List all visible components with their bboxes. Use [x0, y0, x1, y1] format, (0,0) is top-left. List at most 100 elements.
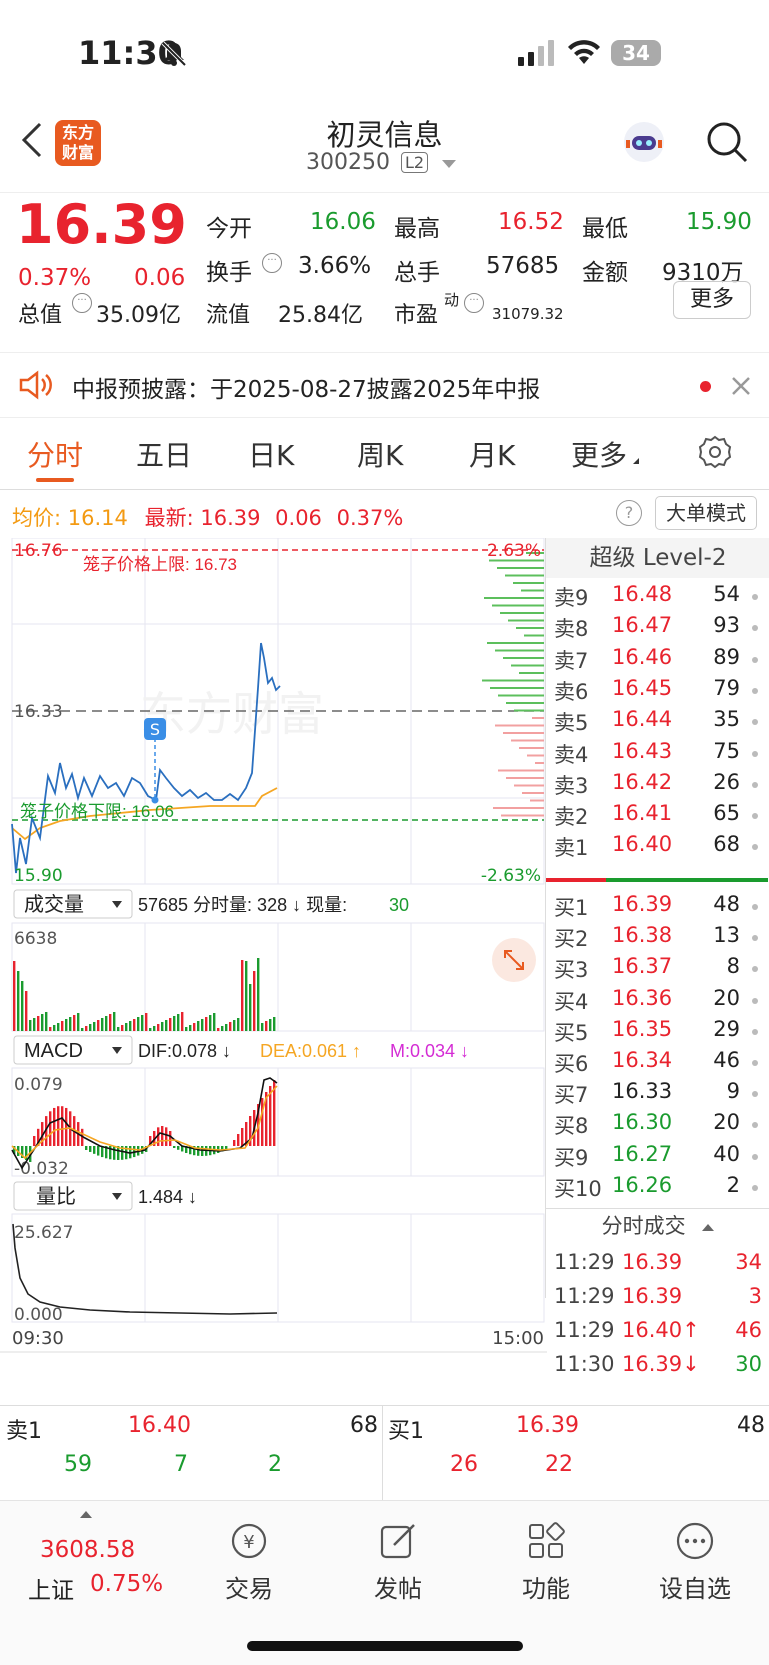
- more-button[interactable]: 更多: [673, 281, 751, 319]
- depth-bar: [500, 612, 544, 614]
- volume-bar: [133, 1019, 136, 1031]
- macd-dif: DIF:0.078 ↓: [138, 1041, 231, 1061]
- bid-volume: 46: [713, 1048, 740, 1072]
- bid-row[interactable]: 买4 16.36 20: [546, 986, 768, 1019]
- nav-function[interactable]: 功能: [491, 1519, 601, 1604]
- ask-row[interactable]: 卖8 16.47 93: [546, 613, 768, 646]
- bid-row[interactable]: 买3 16.37 8: [546, 954, 768, 987]
- bid-row[interactable]: 买1 16.39 48: [546, 892, 768, 925]
- pe-value: 31079.32: [492, 305, 564, 323]
- depth-bar: [482, 679, 544, 682]
- mute-bell-icon: [160, 40, 188, 68]
- bid-row[interactable]: 买9 16.27 40: [546, 1142, 768, 1175]
- volume-bar: [81, 1028, 84, 1031]
- gear-icon[interactable]: [697, 434, 733, 470]
- volume-bar: [141, 1015, 144, 1031]
- level-badge[interactable]: L2: [401, 152, 429, 173]
- volume-bar: [37, 1016, 40, 1031]
- robot-assistant-icon[interactable]: [620, 118, 668, 166]
- tick-volume: 3: [748, 1284, 762, 1308]
- tab-month-k[interactable]: 月K: [469, 434, 515, 474]
- bid-row[interactable]: 买5 16.35 29: [546, 1017, 768, 1050]
- ask-row[interactable]: 卖9 16.48 54: [546, 582, 768, 615]
- volume-bar: [89, 1024, 92, 1031]
- volume-label: 总手: [394, 260, 440, 286]
- big-order-mode-button[interactable]: 大单模式: [655, 496, 757, 530]
- ask-row[interactable]: 卖1 16.40 68: [546, 832, 768, 865]
- ask-row[interactable]: 卖7 16.46 89: [546, 645, 768, 678]
- bid-row[interactable]: 买6 16.34 46: [546, 1048, 768, 1081]
- depth-bar: [514, 784, 544, 787]
- tab-intraday[interactable]: 分时: [27, 434, 83, 474]
- nav-trade[interactable]: ¥ 交易: [194, 1519, 304, 1604]
- volume-bar: [121, 1025, 124, 1031]
- notice-banner[interactable]: 中报预披露：于2025-08-27披露2025年中报: [0, 352, 769, 418]
- bid-row[interactable]: 买8 16.30 20: [546, 1110, 768, 1143]
- bid-dot: [752, 997, 758, 1004]
- bid-price: 16.27: [612, 1141, 673, 1166]
- bid-price: 16.35: [612, 1016, 673, 1041]
- bid-row[interactable]: 买7 16.33 9: [546, 1079, 768, 1112]
- index-name[interactable]: 上证: [28, 1571, 74, 1605]
- volume-bar: [113, 1012, 116, 1031]
- info-dots-icon[interactable]: ···: [72, 293, 92, 313]
- index-value[interactable]: 3608.58: [40, 1537, 135, 1563]
- volume-bar: [21, 981, 24, 1031]
- macd-bar: [113, 1146, 116, 1160]
- edit-icon: [380, 1524, 415, 1559]
- pct-axis-top: 2.63%: [487, 541, 541, 561]
- depth-bar: [498, 694, 544, 697]
- depth-bar: [495, 724, 544, 727]
- tab-five-day[interactable]: 五日: [136, 434, 192, 474]
- search-icon[interactable]: [705, 120, 749, 164]
- ask-row[interactable]: 卖2 16.41 65: [546, 801, 768, 834]
- bid-volume: 2: [726, 1172, 740, 1197]
- notice-text: 中报预披露：于2025-08-27披露2025年中报: [72, 377, 541, 403]
- volume-selector[interactable]: 成交量: [24, 893, 84, 916]
- nav-post[interactable]: 发帖: [343, 1519, 453, 1604]
- bid-volume: 29: [713, 1016, 740, 1041]
- index-percent[interactable]: 0.75%: [90, 1571, 163, 1597]
- ask-price: 16.48: [612, 582, 673, 606]
- volume-bar: [41, 1014, 44, 1031]
- bid-row[interactable]: 买10 16.26 2: [546, 1173, 768, 1206]
- turnover-value: 3.66%: [298, 253, 372, 279]
- float-value: 25.84亿: [278, 303, 363, 328]
- info-dots-icon[interactable]: ···: [464, 293, 484, 313]
- ratio-min: 0.000: [14, 1305, 63, 1325]
- ask-row[interactable]: 卖4 16.43 75: [546, 739, 768, 772]
- macd-bar: [161, 1126, 164, 1146]
- ticks-header[interactable]: 分时成交: [546, 1208, 769, 1244]
- more-dots-icon: [676, 1522, 714, 1560]
- ratio-selector[interactable]: 量比: [36, 1185, 76, 1208]
- ask-price: 16.41: [612, 801, 673, 826]
- depth-bar: [530, 799, 544, 802]
- macd-selector[interactable]: MACD: [24, 1040, 83, 1062]
- tab-more[interactable]: 更多: [571, 434, 627, 474]
- ask-row[interactable]: 卖6 16.45 79: [546, 676, 768, 709]
- ask-price: 16.42: [612, 769, 673, 794]
- order-book: 超级 Level-2 卖9 16.48 54 卖8 16.47 93 卖7 16.46 89 卖6…: [545, 538, 769, 1376]
- close-icon[interactable]: [730, 375, 752, 397]
- bid-price: 16.26: [612, 1172, 673, 1197]
- trade-marker[interactable]: S: [150, 720, 160, 739]
- latest-change: 0.06: [275, 506, 322, 530]
- ask-row[interactable]: 卖3 16.42 26: [546, 770, 768, 803]
- bid-dot: [752, 1153, 758, 1160]
- bid-row[interactable]: 买2 16.38 13: [546, 923, 768, 956]
- ask-label: 卖9: [554, 586, 589, 610]
- tab-week-k[interactable]: 周K: [357, 434, 403, 474]
- ask-row[interactable]: 卖5 16.44 35: [546, 707, 768, 740]
- dropdown-caret-icon[interactable]: [442, 160, 456, 168]
- macd-bar: [177, 1146, 180, 1150]
- volume-bar: [25, 991, 28, 1031]
- bid-label: 买6: [554, 1052, 589, 1076]
- bid-volume: 20: [713, 1110, 740, 1135]
- nav-add-watchlist[interactable]: 设自选: [640, 1519, 750, 1604]
- tick-volume: 34: [735, 1250, 762, 1274]
- info-dots-icon[interactable]: ···: [262, 253, 282, 273]
- volume-bar: [117, 1027, 120, 1031]
- ask-label: 卖8: [554, 617, 589, 642]
- tab-day-k[interactable]: 日K: [248, 434, 294, 474]
- help-icon[interactable]: ?: [616, 500, 642, 526]
